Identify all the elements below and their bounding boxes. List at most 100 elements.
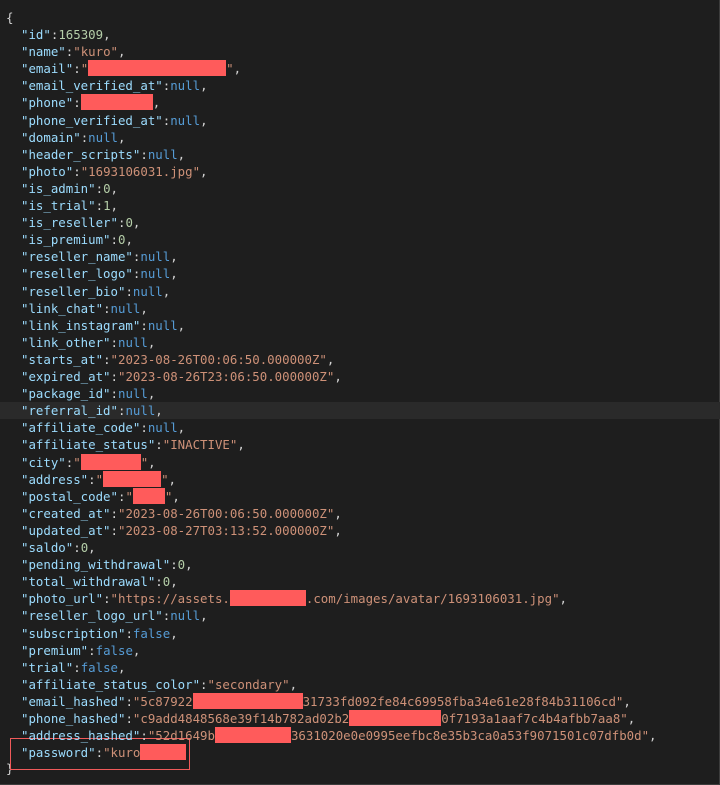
json-line: "updated_at":"2023-08-27T03:13:52.000000… [21, 522, 342, 538]
json-key: "postal_code" [21, 488, 118, 504]
json-value: null [170, 112, 201, 128]
json-line: "email":" ", [21, 60, 242, 77]
json-line: "phone":, [21, 94, 161, 111]
json-line: "email_hashed":"5c87922 31733fd092fe84c69… [21, 692, 631, 709]
json-line: "phone_verified_at":null, [21, 112, 208, 128]
json-line: "address":" ", [21, 470, 177, 487]
json-line: "name":"kuro", [21, 44, 126, 60]
redaction-block [140, 744, 187, 761]
json-line: "package_id":null, [21, 386, 156, 402]
json-value: 0 [125, 215, 133, 231]
json-key: "link_chat" [21, 300, 104, 316]
open-brace: { [6, 10, 14, 25]
json-key: "reseller_bio" [21, 283, 126, 299]
json-key: "affiliate_status" [21, 437, 156, 453]
json-key: "header_scripts" [21, 146, 141, 162]
json-line: "pending_withdrawal":0, [21, 557, 193, 573]
json-key: "address_hashed" [21, 728, 141, 744]
json-key: "city" [21, 454, 66, 470]
json-line: "city":" ", [21, 453, 156, 470]
json-line: "reseller_logo_url":null, [21, 608, 208, 624]
redaction-block [214, 727, 291, 744]
json-value-prefix: " [80, 61, 89, 77]
json-key: "is_admin" [21, 180, 96, 196]
json-line: "is_trial":1, [21, 198, 119, 213]
json-key: "phone_hashed" [21, 711, 126, 726]
json-line: "is_admin":0, [21, 180, 119, 196]
json-value: false [95, 642, 133, 658]
json-line: "reseller_logo":null, [21, 266, 178, 282]
json-key: "trial" [21, 659, 74, 675]
json-key: "starts_at" [21, 351, 104, 367]
json-value: null [170, 78, 201, 94]
json-key: "expired_at" [21, 369, 111, 384]
json-value-suffix: " [161, 471, 169, 487]
json-line: "photo":"1693106031.jpg", [21, 163, 208, 179]
redaction-block [229, 590, 306, 607]
json-value-suffix: 0f7193a1aaf7c4b4afbb7aa8" [441, 711, 628, 726]
json-value: false [80, 659, 118, 675]
json-value: null [147, 317, 178, 333]
json-line: "affiliate_code":null, [21, 420, 186, 436]
json-line: "is_reseller":0, [21, 215, 141, 231]
json-key: "pending_withdrawal" [21, 557, 171, 573]
json-key: "address" [21, 471, 89, 487]
json-key: "link_other" [21, 334, 111, 350]
json-line: "phone_hashed":"c9add4848568e39f14b782ad… [21, 710, 636, 726]
json-value-prefix: "52d1649b [147, 728, 215, 744]
json-value-prefix: " [95, 471, 104, 487]
json-key: "email_hashed" [21, 693, 126, 709]
json-line: "affiliate_status_color":"secondary", [21, 676, 298, 692]
json-line: "link_chat":null, [21, 300, 148, 316]
redaction-block [192, 692, 303, 709]
json-line: "postal_code":" ", [21, 487, 180, 504]
json-line: "created_at":"2023-08-26T00:06:50.000000… [21, 505, 342, 521]
json-key: "affiliate_code" [21, 420, 141, 436]
json-line: "total_withdrawal":0, [21, 574, 178, 590]
json-line: "referral_id":null, [0, 402, 720, 420]
json-value: "secondary" [207, 676, 290, 692]
json-line: "id":165309, [21, 27, 111, 42]
json-key: "reseller_logo" [21, 266, 133, 282]
json-value: "2023-08-26T00:06:50.000000Z" [118, 505, 335, 521]
json-viewer: { } "id":165309, "name":"kuro", "email":" "… [0, 0, 720, 785]
redaction-block [88, 60, 227, 77]
json-key: "premium" [21, 642, 89, 658]
redaction-block [103, 470, 162, 487]
json-line: "link_other":null, [21, 334, 156, 350]
json-key: "package_id" [21, 386, 111, 402]
json-key: "photo_url" [21, 591, 104, 607]
json-value: null [118, 334, 148, 350]
json-line: "reseller_name":null, [21, 249, 178, 265]
json-line: "reseller_bio":null, [21, 283, 171, 299]
json-value: null [125, 403, 156, 419]
json-line: "link_instagram":null, [21, 317, 186, 333]
json-value: "2023-08-26T00:06:50.000000Z" [110, 351, 327, 367]
json-key: "created_at" [21, 505, 111, 521]
json-key: "password" [21, 745, 96, 761]
json-value: "kuro" [73, 44, 118, 60]
json-value-prefix: "5c87922 [132, 693, 193, 709]
json-key: "id" [21, 27, 51, 42]
json-key: "total_withdrawal" [21, 574, 156, 590]
redaction-block [80, 94, 153, 111]
json-value-suffix: 31733fd092fe84c69958fba34e61e28f84b31106… [302, 693, 624, 709]
json-key: "phone" [21, 95, 74, 111]
json-key: "phone_verified_at" [21, 112, 163, 128]
json-line: "subscription":false, [21, 625, 178, 641]
json-key: "email" [21, 61, 74, 77]
json-value-prefix: " [73, 454, 81, 470]
json-key: "is_trial" [21, 198, 96, 213]
json-key: "reseller_name" [21, 249, 133, 265]
json-value: 165309 [58, 27, 104, 42]
json-line: "email_verified_at":null, [21, 78, 208, 94]
json-value-prefix: " [125, 488, 133, 504]
json-key: "email_verified_at" [21, 78, 163, 94]
json-line: "trial":false, [21, 659, 126, 675]
redaction-block [349, 710, 442, 726]
json-value: null [140, 249, 171, 265]
json-value-prefix: "https://assets. [110, 591, 230, 607]
redaction-block [80, 453, 141, 470]
json-key: "subscription" [21, 625, 126, 641]
json-line: "is_premium":0, [21, 232, 133, 248]
